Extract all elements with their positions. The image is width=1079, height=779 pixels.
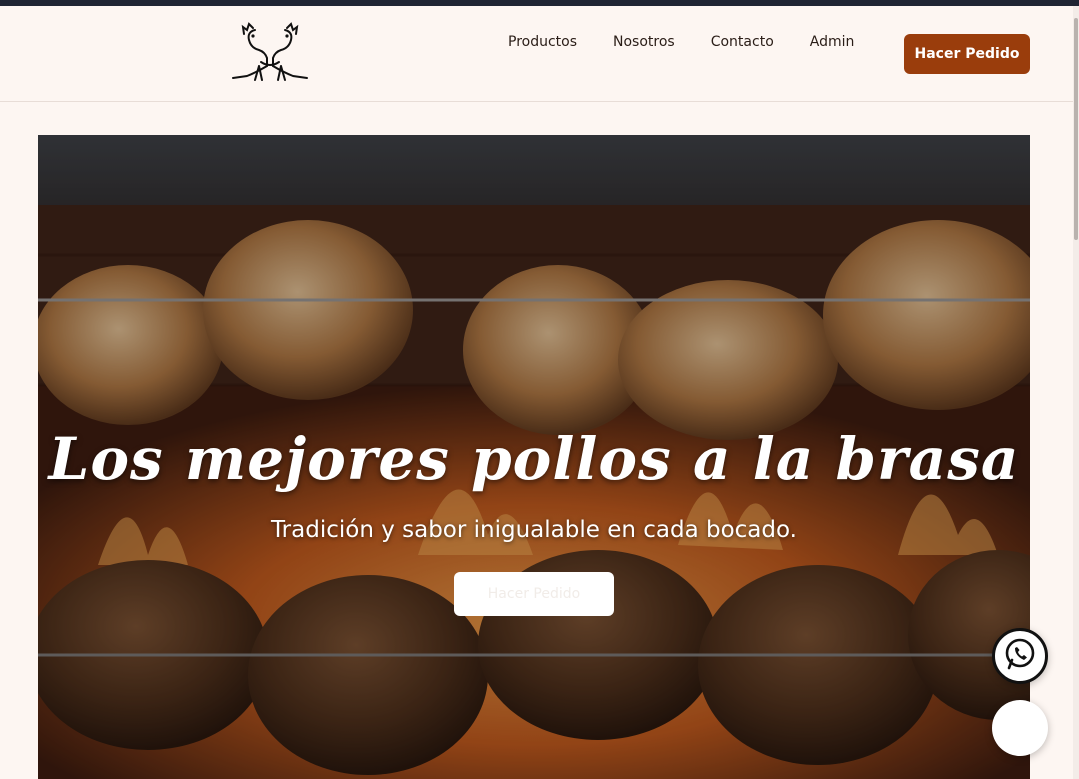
chat-float-button[interactable] bbox=[992, 700, 1048, 756]
scrollbar-thumb[interactable] bbox=[1074, 18, 1078, 240]
hero-title: Los mejores pollos a la brasa bbox=[48, 425, 1020, 493]
nav-productos[interactable]: Productos bbox=[508, 34, 577, 50]
whatsapp-float-button[interactable] bbox=[992, 628, 1048, 684]
hacer-pedido-header-button[interactable]: Hacer Pedido bbox=[904, 34, 1030, 74]
whatsapp-icon bbox=[1003, 637, 1037, 675]
hero-banner: Los mejores pollos a la brasa Tradición … bbox=[38, 135, 1030, 779]
roosters-logo[interactable] bbox=[225, 22, 315, 86]
page-scrollbar[interactable] bbox=[1073, 6, 1079, 779]
nav-contacto[interactable]: Contacto bbox=[711, 34, 774, 50]
main-nav: Productos Nosotros Contacto Admin bbox=[508, 34, 890, 50]
hero-subtitle: Tradición y sabor inigualable en cada bo… bbox=[271, 517, 797, 543]
hacer-pedido-hero-button[interactable]: Hacer Pedido bbox=[454, 572, 614, 616]
nav-nosotros[interactable]: Nosotros bbox=[613, 34, 675, 50]
site-header: Productos Nosotros Contacto Admin Hacer … bbox=[0, 6, 1073, 102]
nav-admin[interactable]: Admin bbox=[810, 34, 855, 50]
